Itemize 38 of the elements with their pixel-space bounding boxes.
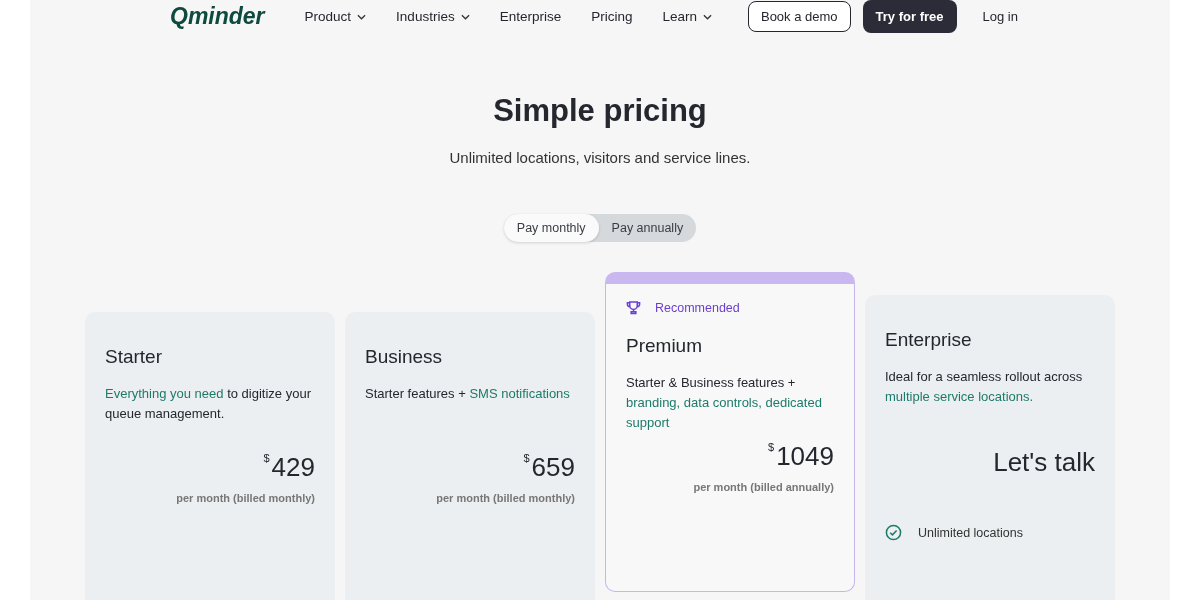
book-demo-button[interactable]: Book a demo xyxy=(747,1,851,32)
currency-symbol: $ xyxy=(768,441,775,453)
trophy-icon xyxy=(626,300,641,315)
plan-description: Starter features + SMS notifications xyxy=(365,385,571,403)
page-subtitle: Unlimited locations, visitors and service lines. xyxy=(449,149,751,166)
nav-link[interactable]: Learn xyxy=(662,9,712,24)
nav-link[interactable]: Enterprise xyxy=(499,9,562,24)
plan-description: Starter & Business features + branding, data controls, dedicated support xyxy=(626,374,823,432)
plan-name: Business xyxy=(365,346,444,368)
billing-period: per month (billed monthly) xyxy=(435,492,575,504)
logo[interactable]: Qminder xyxy=(170,3,265,30)
plan-price: 429 xyxy=(271,451,315,484)
plan-name: Starter xyxy=(105,346,164,368)
nav-link[interactable]: Industries xyxy=(396,9,470,24)
currency-symbol: $ xyxy=(263,452,270,464)
plan-price: 659 xyxy=(531,451,575,484)
billing-option[interactable]: Pay monthly xyxy=(503,214,599,242)
plan-price: Let's talk xyxy=(992,447,1095,478)
chevron-down-icon xyxy=(460,13,470,20)
nav-link[interactable]: Product xyxy=(304,9,367,24)
plan-price: 1049 xyxy=(776,440,834,473)
billing-option[interactable]: Pay annually xyxy=(598,214,697,242)
try-free-button[interactable]: Try for free xyxy=(862,0,957,33)
feature-text: Unlimited locations xyxy=(918,525,1023,540)
currency-symbol: $ xyxy=(523,452,530,464)
recommended-label: Recommended xyxy=(655,300,740,315)
chevron-down-icon xyxy=(702,13,712,20)
plan-description: Everything you need to digitize your queue management. xyxy=(105,385,312,423)
chevron-down-icon xyxy=(357,13,367,20)
plan-name: Enterprise xyxy=(885,329,973,351)
billing-period: per month (billed annually) xyxy=(692,481,834,493)
billing-period: per month (billed monthly) xyxy=(175,492,315,504)
check-circle-icon xyxy=(885,524,902,541)
page-title: Simple pricing xyxy=(493,93,707,129)
plan-name: Premium xyxy=(626,335,703,357)
plan-description: Ideal for a seamless rollout across multiple service locations. xyxy=(885,368,1084,406)
login-link[interactable]: Log in xyxy=(982,9,1018,24)
nav-link[interactable]: Pricing xyxy=(591,9,633,24)
